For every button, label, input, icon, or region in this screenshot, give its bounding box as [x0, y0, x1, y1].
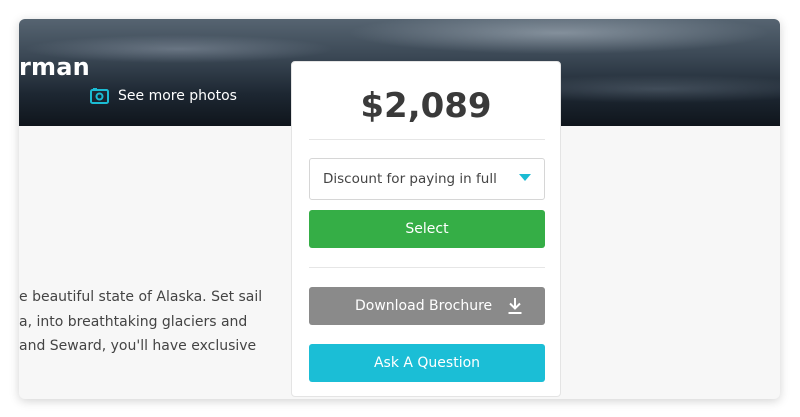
tour-card: rman See more photos e beautiful state o…: [19, 19, 780, 399]
tour-description: e beautiful state of Alaska. Set sail a,…: [19, 285, 263, 359]
description-line: and Seward, you'll have exclusive: [19, 338, 257, 354]
description-line: e beautiful state of Alaska. Set sail: [19, 289, 263, 305]
see-more-photos-label: See more photos: [118, 88, 237, 104]
see-more-photos-link[interactable]: See more photos: [90, 88, 237, 104]
payment-option-select[interactable]: Discount for paying in full: [309, 158, 545, 200]
ask-question-button[interactable]: Ask A Question: [309, 344, 545, 382]
price: $2,089: [360, 86, 492, 126]
download-brochure-label: Download Brochure: [355, 298, 493, 314]
divider: [309, 139, 545, 140]
payment-option-value: Discount for paying in full: [323, 171, 497, 187]
divider: [309, 267, 545, 268]
camera-icon: [90, 88, 109, 104]
select-button-label: Select: [405, 221, 449, 237]
download-icon: [508, 298, 522, 314]
select-button[interactable]: Select: [309, 210, 545, 248]
ask-question-label: Ask A Question: [373, 355, 481, 371]
download-brochure-button[interactable]: Download Brochure: [309, 287, 545, 325]
caret-down-icon: [519, 174, 531, 181]
hero-title: rman: [19, 53, 90, 81]
description-line: a, into breathtaking glaciers and: [19, 313, 248, 330]
booking-panel: $2,089 Discount for paying in full Selec…: [291, 61, 561, 397]
